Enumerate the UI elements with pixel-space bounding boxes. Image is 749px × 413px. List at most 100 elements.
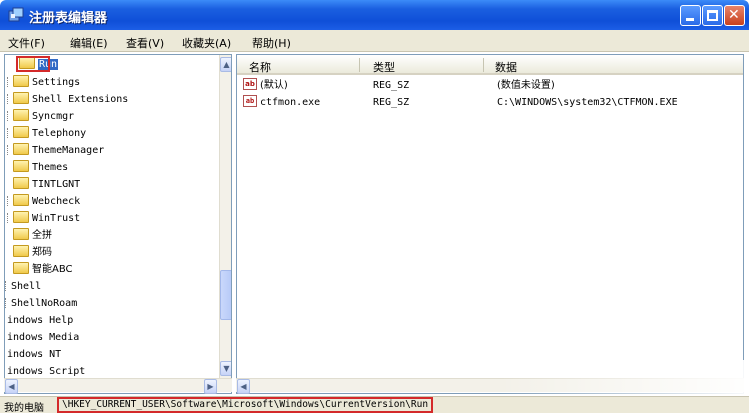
tree-expander[interactable] <box>7 94 11 104</box>
value-type: REG_SZ <box>373 97 410 108</box>
tree-item-label: Settings <box>32 77 81 88</box>
tree-item[interactable]: indows Help <box>7 313 73 329</box>
tree-item-label: TINTLGNT <box>32 179 81 190</box>
folder-icon <box>13 75 29 87</box>
scroll-left-button[interactable]: ◀ <box>237 379 250 394</box>
tree-expander[interactable] <box>7 145 11 155</box>
menu-file[interactable]: 文件(F) <box>8 35 45 51</box>
value-name: ctfmon.exe <box>260 97 321 108</box>
tree-item-label: Shell Extensions <box>32 94 129 105</box>
status-key-path: \HKEY_CURRENT_USER\Software\Microsoft\Wi… <box>57 397 434 413</box>
tree-expander[interactable] <box>7 213 11 223</box>
column-type-header[interactable]: 类型 <box>373 59 395 75</box>
maximize-icon <box>707 10 718 21</box>
value-data: (数值未设置) <box>497 80 555 91</box>
scroll-up-button[interactable]: ▲ <box>220 57 231 72</box>
menu-favorites[interactable]: 收藏夹(A) <box>182 35 231 51</box>
tree-item-label: indows Help <box>7 315 74 326</box>
status-label: 我的电脑 <box>4 403 44 413</box>
scroll-down-button[interactable]: ▼ <box>220 361 231 376</box>
tree-expander[interactable] <box>5 281 9 291</box>
tree-item[interactable]: Themes <box>13 160 68 176</box>
tree-item[interactable]: Settings <box>7 75 80 91</box>
tree-expander[interactable] <box>7 111 11 121</box>
tree-item[interactable]: Shell <box>5 279 41 295</box>
scroll-left-button[interactable]: ◀ <box>5 379 18 394</box>
tree-item[interactable]: Webcheck <box>7 194 80 210</box>
status-bar: 我的电脑 \HKEY_CURRENT_USER\Software\Microso… <box>0 396 749 413</box>
title-bar: 注册表编辑器 ✕ <box>0 0 749 30</box>
tree-item[interactable]: Telephony <box>7 126 86 142</box>
menu-view[interactable]: 查看(V) <box>126 35 164 51</box>
menu-edit[interactable]: 编辑(E) <box>70 35 108 51</box>
folder-icon <box>13 194 29 206</box>
tree-item-label: Webcheck <box>32 196 81 207</box>
list-item[interactable]: ab (默认) <box>243 78 288 94</box>
value-name: (默认) <box>260 80 288 91</box>
values-list[interactable]: 名称 类型 数据 ab (默认) REG_SZ (数值未设置) ab ctfmon.… <box>236 54 744 394</box>
tree-item[interactable]: indows Media <box>7 330 79 346</box>
scroll-thumb[interactable] <box>220 270 231 320</box>
list-item[interactable]: ab ctfmon.exe <box>243 95 320 111</box>
tree-horizontal-scrollbar[interactable]: ◀ ▶ <box>4 378 232 394</box>
folder-icon <box>13 177 29 189</box>
tree-item-label: Shell <box>11 281 42 292</box>
close-button[interactable]: ✕ <box>724 5 745 26</box>
value-type: REG_SZ <box>373 80 410 91</box>
tree-item[interactable]: ThemeManager <box>7 143 104 159</box>
maximize-button[interactable] <box>702 5 723 26</box>
tree-item-label: Themes <box>32 162 69 173</box>
folder-icon <box>13 160 29 172</box>
tree-item[interactable]: 全拼 <box>13 228 52 244</box>
folder-icon <box>13 228 29 240</box>
window-title: 注册表编辑器 <box>29 11 108 26</box>
tree-item[interactable]: WinTrust <box>7 211 80 227</box>
column-data-header[interactable]: 数据 <box>495 59 517 75</box>
tree-item[interactable]: Syncmgr <box>7 109 74 125</box>
tree-item-label: 郑码 <box>32 247 52 258</box>
tree-expander[interactable] <box>5 298 9 308</box>
registry-tree[interactable]: Run Settings Shell Extensions Syncmgr Te… <box>4 54 232 394</box>
menu-help[interactable]: 帮助(H) <box>252 35 291 51</box>
column-divider[interactable] <box>483 58 484 72</box>
folder-icon <box>13 126 29 138</box>
tree-item-label: WinTrust <box>32 213 81 224</box>
tree-item-label: ShellNoRoam <box>11 298 78 309</box>
tree-item-label: Telephony <box>32 128 87 139</box>
string-value-icon: ab <box>243 95 257 107</box>
tree-item[interactable]: ShellNoRoam <box>5 296 77 312</box>
minimize-icon <box>686 18 694 21</box>
tree-vertical-scrollbar[interactable]: ▲ ▼ <box>219 55 231 378</box>
tree-item-label: ThemeManager <box>32 145 105 156</box>
minimize-button[interactable] <box>680 5 701 26</box>
tree-expander[interactable] <box>7 77 11 87</box>
scroll-right-button[interactable]: ▶ <box>204 379 217 394</box>
faded-region <box>500 360 749 400</box>
tree-item-label: indows NT <box>7 349 62 360</box>
tree-item-label: 全拼 <box>32 230 52 241</box>
folder-icon <box>13 245 29 257</box>
tree-item[interactable]: Shell Extensions <box>7 92 128 108</box>
tree-item-label: 智能ABC <box>32 264 73 275</box>
tree-item-label: Syncmgr <box>32 111 75 122</box>
string-value-icon: ab <box>243 78 257 90</box>
folder-icon <box>13 262 29 274</box>
tree-expander[interactable] <box>7 128 11 138</box>
tree-item[interactable]: 郑码 <box>13 245 52 261</box>
registry-editor-icon <box>8 7 24 22</box>
close-icon: ✕ <box>728 7 740 23</box>
column-name-header[interactable]: 名称 <box>249 59 271 75</box>
column-divider[interactable] <box>359 58 360 72</box>
tree-item[interactable]: indows NT <box>7 347 61 363</box>
folder-icon <box>13 211 29 223</box>
value-data: C:\WINDOWS\system32\CTFMON.EXE <box>497 97 678 108</box>
tree-item-label: indows Media <box>7 332 80 343</box>
tree-item-label: indows Script <box>7 366 86 377</box>
tree-item[interactable]: TINTLGNT <box>13 177 80 193</box>
list-header: 名称 类型 数据 <box>237 55 743 75</box>
folder-icon <box>13 92 29 104</box>
tree-expander[interactable] <box>7 196 11 206</box>
tree-item[interactable]: 智能ABC <box>13 262 73 278</box>
folder-icon <box>13 109 29 121</box>
menu-bar: 文件(F) 编辑(E) 查看(V) 收藏夹(A) 帮助(H) <box>0 30 749 52</box>
